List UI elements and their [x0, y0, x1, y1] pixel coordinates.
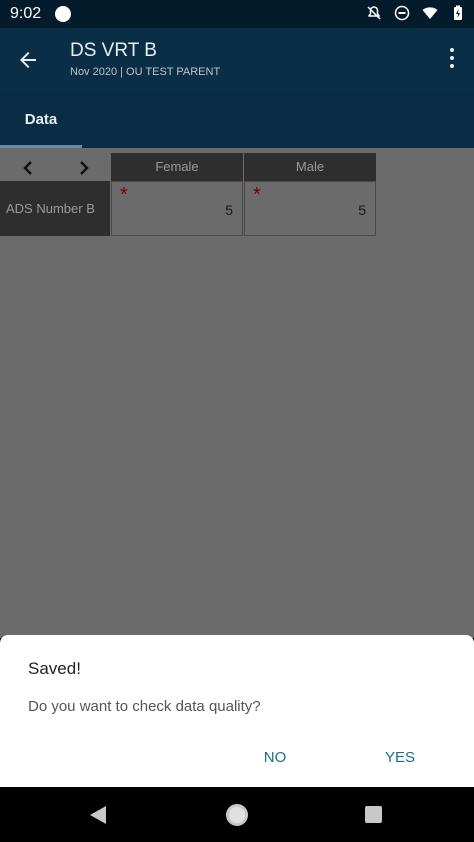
status-icons: [366, 5, 466, 21]
arrow-back-icon: [20, 52, 36, 68]
overflow-menu-button[interactable]: [448, 48, 456, 72]
app-bar: DS VRT B Nov 2020 | OU TEST PARENT: [0, 28, 474, 92]
data-cell-female[interactable]: * 5: [111, 181, 243, 236]
system-back-button[interactable]: [89, 805, 107, 830]
column-header-male: Male: [244, 153, 376, 181]
dialog-message: Do you want to check data quality?: [28, 698, 261, 715]
more-vert-icon: [450, 48, 454, 52]
column-header-female: Female: [111, 153, 243, 181]
status-bar: 9:02: [0, 0, 474, 28]
row-header: ADS Number B: [0, 181, 110, 236]
tab-bar: Data: [0, 92, 474, 148]
dialog-title: Saved!: [28, 659, 81, 678]
required-marker: *: [253, 184, 261, 206]
system-home-button[interactable]: [226, 804, 248, 826]
app-icon: [55, 6, 71, 22]
saved-dialog: Saved! Do you want to check data quality…: [0, 635, 474, 787]
no-button[interactable]: NO: [252, 743, 298, 773]
tab-data[interactable]: Data: [0, 92, 82, 148]
chevron-left-icon: [23, 161, 32, 175]
cell-value: 5: [225, 202, 233, 218]
status-time: 9:02: [10, 5, 42, 22]
yes-button[interactable]: YES: [372, 743, 428, 773]
notifications-off-icon: [366, 5, 382, 21]
data-entry-table: Female Male ADS Number B * 5 * 5: [0, 148, 474, 638]
system-recents-button[interactable]: [365, 806, 382, 823]
battery-charging-icon: [450, 5, 466, 21]
page-subtitle: Nov 2020 | OU TEST PARENT: [70, 66, 221, 78]
data-cell-male[interactable]: * 5: [244, 181, 376, 236]
do-not-disturb-icon: [394, 5, 410, 21]
cell-value: 5: [358, 202, 366, 218]
back-button[interactable]: [14, 46, 42, 74]
required-marker: *: [120, 184, 128, 206]
previous-columns-button[interactable]: [18, 158, 38, 178]
system-nav-bar: [0, 787, 474, 842]
wifi-icon: [422, 5, 438, 21]
next-columns-button[interactable]: [74, 158, 94, 178]
chevron-right-icon: [80, 161, 89, 175]
page-title: DS VRT B: [70, 40, 157, 61]
triangle-back-icon: [90, 806, 106, 824]
